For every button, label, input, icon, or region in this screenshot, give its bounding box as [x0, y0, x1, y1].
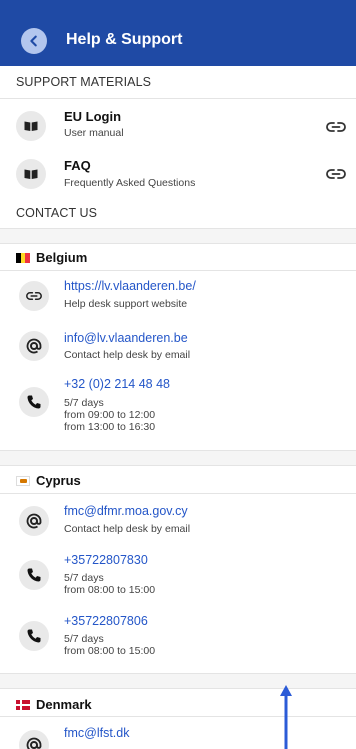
- phone-link[interactable]: +32 (0)2 214 48 48: [64, 377, 170, 391]
- phone-icon: [19, 387, 49, 417]
- country-name: Belgium: [36, 250, 88, 265]
- hours-line: 5/7 days: [64, 633, 104, 645]
- at-icon: [19, 506, 49, 536]
- chevron-left-icon: [30, 35, 37, 47]
- email-link[interactable]: fmc@lfst.dk: [64, 726, 129, 740]
- link-icon[interactable]: [326, 120, 346, 134]
- section-separator: [0, 450, 356, 466]
- support-item-title: FAQ: [64, 158, 91, 173]
- book-icon: [16, 111, 46, 141]
- book-icon: [16, 159, 46, 189]
- contact-description: Contact help desk by email: [64, 523, 191, 535]
- hours-line: from 09:00 to 12:00: [64, 409, 156, 421]
- divider: [0, 716, 356, 717]
- divider: [0, 98, 356, 99]
- app-screen: Help & Support SUPPORT MATERIALS EU Logi…: [0, 0, 356, 749]
- link-icon[interactable]: [326, 167, 346, 181]
- contact-us-heading: CONTACT US: [16, 206, 98, 220]
- at-icon: [19, 730, 49, 749]
- hours-line: 5/7 days: [64, 572, 104, 584]
- belgium-flag-icon: [16, 252, 31, 263]
- at-icon: [19, 331, 49, 361]
- denmark-flag-icon: [16, 699, 30, 710]
- phone-link[interactable]: +35722807830: [64, 553, 148, 567]
- support-item-subtitle: User manual: [64, 127, 124, 139]
- hours-line: from 13:00 to 16:30: [64, 421, 156, 433]
- phone-icon: [19, 560, 49, 590]
- hours-line: from 08:00 to 15:00: [64, 645, 156, 657]
- email-link[interactable]: fmc@dfmr.moa.gov.cy: [64, 504, 188, 518]
- divider: [0, 493, 356, 494]
- arrow-up-icon: [280, 685, 292, 749]
- phone-icon: [19, 621, 49, 651]
- support-item-title: EU Login: [64, 109, 122, 124]
- website-link[interactable]: https://lv.vlaanderen.be/: [64, 279, 196, 293]
- cyprus-flag-icon: [16, 475, 30, 486]
- email-link[interactable]: info@lv.vlaanderen.be: [64, 331, 188, 345]
- country-header-belgium: Belgium: [16, 250, 87, 265]
- contact-description: Help desk support website: [64, 298, 188, 310]
- country-header-denmark: Denmark: [16, 697, 92, 712]
- country-name: Denmark: [36, 697, 92, 712]
- page-title: Help & Support: [66, 31, 183, 48]
- country-header-cyprus: Cyprus: [16, 473, 81, 488]
- contact-description: Contact help desk by email: [64, 349, 191, 361]
- phone-link[interactable]: +35722807806: [64, 614, 148, 628]
- hours-line: 5/7 days: [64, 397, 104, 409]
- support-materials-heading: SUPPORT MATERIALS: [16, 75, 152, 89]
- back-button[interactable]: [21, 28, 47, 54]
- hours-line: from 08:00 to 15:00: [64, 584, 156, 596]
- section-separator: [0, 673, 356, 689]
- section-separator: [0, 228, 356, 244]
- divider: [0, 270, 356, 271]
- country-name: Cyprus: [36, 473, 81, 488]
- app-header: Help & Support: [0, 0, 356, 66]
- support-item-subtitle: Frequently Asked Questions: [64, 177, 196, 189]
- link-icon: [19, 281, 49, 311]
